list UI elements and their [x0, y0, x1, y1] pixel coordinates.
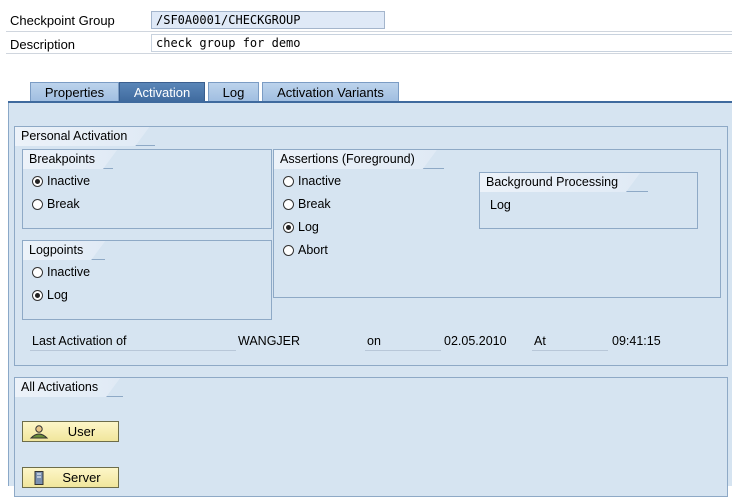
all-activations-group: All Activations [14, 377, 728, 497]
server-button[interactable]: Server [22, 467, 119, 488]
last-activation-time: 09:41:15 [612, 334, 661, 348]
user-button-label: User [67, 424, 96, 439]
background-processing-title: Background Processing [480, 173, 640, 192]
assertions-inactive-radio[interactable]: Inactive [283, 172, 341, 190]
assertions-break-radio[interactable]: Break [283, 195, 331, 213]
assertions-log-radio[interactable]: Log [283, 218, 319, 236]
assertions-title: Assertions (Foreground) [274, 150, 437, 169]
checkpoint-group-field[interactable]: /SF0A0001/CHECKGROUP [151, 11, 385, 29]
radio-label: Inactive [47, 265, 91, 279]
radio-label: Break [47, 197, 80, 211]
tab-log[interactable]: Log [208, 82, 259, 102]
last-activation-label: Last Activation of [30, 333, 236, 351]
radio-label: Log [298, 220, 319, 234]
radio-label: Inactive [298, 174, 342, 188]
radio-selected-icon [32, 175, 43, 187]
radio-unselected-icon [283, 198, 294, 210]
all-activations-title: All Activations [15, 378, 120, 397]
assertions-abort-radio[interactable]: Abort [283, 241, 328, 259]
tab-properties[interactable]: Properties [30, 82, 119, 102]
logpoints-log-radio[interactable]: Log [32, 286, 68, 304]
tab-activation[interactable]: Activation [119, 82, 205, 102]
breakpoints-break-radio[interactable]: Break [32, 195, 80, 213]
description-label: Description [10, 37, 76, 52]
last-activation-date: 02.05.2010 [444, 334, 507, 348]
last-activation-at-label: At [532, 333, 608, 351]
radio-unselected-icon [32, 266, 43, 278]
description-field[interactable]: check group for demo [151, 34, 732, 52]
radio-unselected-icon [283, 244, 294, 256]
server-icon [29, 470, 49, 485]
logpoints-title: Logpoints [23, 241, 105, 260]
background-processing-group: Background Processing [479, 172, 698, 229]
last-activation-on-label: on [365, 333, 441, 351]
radio-selected-icon [32, 289, 43, 301]
personal-activation-title: Personal Activation [15, 127, 149, 146]
tab-activation-variants[interactable]: Activation Variants [262, 82, 399, 102]
last-activation-user: WANGJER [238, 334, 301, 348]
user-icon [29, 424, 49, 439]
radio-label: Inactive [47, 174, 91, 188]
radio-selected-icon [283, 221, 294, 233]
radio-unselected-icon [32, 198, 43, 210]
breakpoints-inactive-radio[interactable]: Inactive [32, 172, 90, 190]
description-divider [6, 53, 732, 54]
server-button-label: Server [62, 470, 101, 485]
radio-label: Break [298, 197, 331, 211]
radio-label: Log [47, 288, 68, 302]
breakpoints-title: Breakpoints [23, 150, 117, 169]
background-processing-value: Log [490, 198, 511, 212]
radio-unselected-icon [283, 175, 294, 187]
radio-label: Abort [298, 243, 328, 257]
logpoints-inactive-radio[interactable]: Inactive [32, 263, 90, 281]
checkpoint-group-label: Checkpoint Group [10, 13, 115, 28]
user-button[interactable]: User [22, 421, 119, 442]
